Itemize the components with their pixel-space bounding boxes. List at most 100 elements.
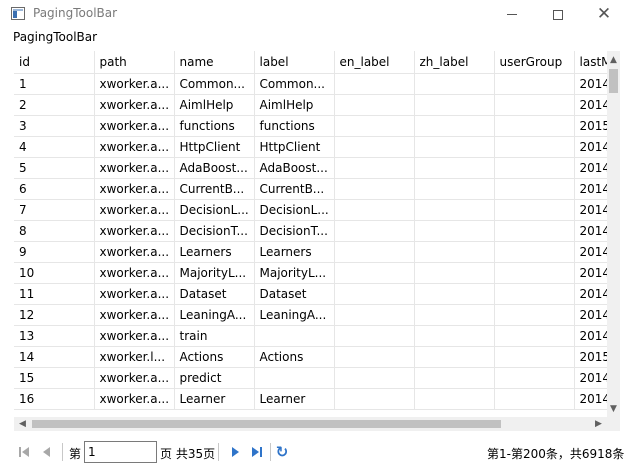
table-row[interactable]: 9 xworker.a... Learners Learners 2014	[14, 241, 607, 263]
column-header-2[interactable]: name	[174, 51, 255, 74]
table-row[interactable]: 14 xworker.l... Actions Actions 2015	[14, 346, 607, 368]
table-cell	[494, 73, 575, 95]
table-cell	[334, 220, 415, 242]
table-cell: xworker.a...	[94, 136, 175, 158]
table-cell: AimlHelp	[174, 94, 255, 116]
table-cell	[414, 136, 495, 158]
page-number-input[interactable]	[84, 441, 157, 463]
table-cell: AdaBoost...	[254, 157, 335, 179]
table-cell: CurrentB...	[254, 178, 335, 200]
table-cell: 2015	[574, 346, 607, 368]
table-cell: 2014	[574, 157, 607, 179]
vertical-scrollbar[interactable]: ▲ ▼	[607, 51, 620, 417]
horizontal-scrollbar[interactable]: ◀ ▶	[14, 417, 607, 431]
table-cell	[334, 325, 415, 347]
table-row[interactable]: 1 xworker.a... Common... Common... 2014	[14, 73, 607, 95]
table-cell	[494, 262, 575, 284]
first-page-button[interactable]	[16, 444, 32, 460]
table-row[interactable]: 8 xworker.a... DecisionT... DecisionT... 201…	[14, 220, 607, 242]
scroll-down-icon[interactable]: ▼	[607, 400, 620, 417]
table-cell: 2014	[574, 241, 607, 263]
table-cell: xworker.a...	[94, 388, 175, 410]
table-cell	[414, 367, 495, 389]
table-row[interactable]: 4 xworker.a... HttpClient HttpClient 2014	[14, 136, 607, 158]
table-cell: xworker.a...	[94, 325, 175, 347]
column-header-7[interactable]: lastM	[574, 51, 607, 74]
table-row[interactable]: 2 xworker.a... AimlHelp AimlHelp 2014	[14, 94, 607, 116]
panel-title: PagingToolBar	[13, 30, 98, 44]
minimize-button[interactable]	[489, 0, 535, 29]
table-cell: Actions	[174, 346, 255, 368]
table-cell: 6	[14, 178, 95, 200]
scrollbar-corner	[607, 417, 620, 431]
last-page-button[interactable]	[249, 444, 265, 460]
table-row[interactable]: 12 xworker.a... LeaningA... LeaningA... 2014	[14, 304, 607, 326]
table-cell	[494, 115, 575, 137]
last-page-icon	[252, 447, 259, 457]
table-cell: xworker.a...	[94, 73, 175, 95]
table-cell: 11	[14, 283, 95, 305]
toolbar-separator	[218, 443, 219, 461]
table-row[interactable]: 15 xworker.a... predict 2014	[14, 367, 607, 389]
prev-page-button[interactable]	[38, 444, 54, 460]
scroll-up-icon[interactable]: ▲	[607, 51, 620, 68]
next-page-button[interactable]	[227, 444, 243, 460]
table-cell: 2014	[574, 73, 607, 95]
table-cell	[334, 157, 415, 179]
close-icon: ✕	[596, 4, 612, 24]
table-cell	[494, 367, 575, 389]
table-row[interactable]: 3 xworker.a... functions functions 2015	[14, 115, 607, 137]
table-cell: xworker.a...	[94, 283, 175, 305]
table-cell: Learner	[254, 388, 335, 410]
table-cell: 4	[14, 136, 95, 158]
table-cell	[334, 199, 415, 221]
minimize-icon	[507, 14, 517, 15]
scroll-left-icon[interactable]: ◀	[14, 417, 31, 431]
horizontal-scroll-thumb[interactable]	[32, 420, 501, 428]
data-grid[interactable]: id path name label en_label zh_label userGroup…	[14, 51, 607, 417]
toolbar-separator	[62, 443, 63, 461]
column-header-3[interactable]: label	[254, 51, 335, 74]
table-cell: xworker.a...	[94, 304, 175, 326]
table-row[interactable]: 16 xworker.a... Learner Learner 2014	[14, 388, 607, 410]
table-cell: 2014	[574, 325, 607, 347]
scroll-right-icon[interactable]: ▶	[590, 417, 607, 431]
refresh-button[interactable]: ↻	[274, 444, 290, 460]
table-row[interactable]: 5 xworker.a... AdaBoost... AdaBoost... 2014	[14, 157, 607, 179]
prev-page-icon	[42, 447, 50, 457]
table-cell: Learners	[254, 241, 335, 263]
table-row[interactable]: 7 xworker.a... DecisionL... DecisionL... 201…	[14, 199, 607, 221]
table-cell: DecisionT...	[174, 220, 255, 242]
grid-body: 1 xworker.a... Common... Common... 2014 2 xwor…	[14, 73, 607, 410]
table-cell: 2014	[574, 283, 607, 305]
table-cell	[494, 346, 575, 368]
table-row[interactable]: 10 xworker.a... MajorityL... MajorityL... 20…	[14, 262, 607, 284]
column-header-5[interactable]: zh_label	[414, 51, 495, 74]
table-cell	[334, 304, 415, 326]
column-header-4[interactable]: en_label	[334, 51, 415, 74]
column-header-0[interactable]: id	[14, 51, 95, 74]
table-cell: AimlHelp	[254, 94, 335, 116]
close-button[interactable]: ✕	[581, 0, 627, 29]
next-page-icon	[231, 447, 239, 457]
column-header-1[interactable]: path	[94, 51, 175, 74]
table-cell	[414, 220, 495, 242]
table-cell	[494, 241, 575, 263]
table-row[interactable]: 13 xworker.a... train 2014	[14, 325, 607, 347]
table-cell: predict	[174, 367, 255, 389]
table-cell: 13	[14, 325, 95, 347]
table-cell: train	[174, 325, 255, 347]
table-cell: Learners	[174, 241, 255, 263]
table-row[interactable]: 6 xworker.a... CurrentB... CurrentB... 2014	[14, 178, 607, 200]
table-cell: Dataset	[254, 283, 335, 305]
table-cell: 8	[14, 220, 95, 242]
table-row[interactable]: 11 xworker.a... Dataset Dataset 2014	[14, 283, 607, 305]
table-cell: functions	[254, 115, 335, 137]
paging-toolbar: 第 页 共35页 ↻ 第1-第200条，共6918条	[0, 433, 627, 469]
table-cell	[334, 136, 415, 158]
first-page-icon	[22, 447, 29, 457]
maximize-button[interactable]	[535, 0, 581, 29]
column-header-6[interactable]: userGroup	[494, 51, 575, 74]
table-cell: LeaningA...	[254, 304, 335, 326]
vertical-scroll-thumb[interactable]	[609, 69, 618, 93]
